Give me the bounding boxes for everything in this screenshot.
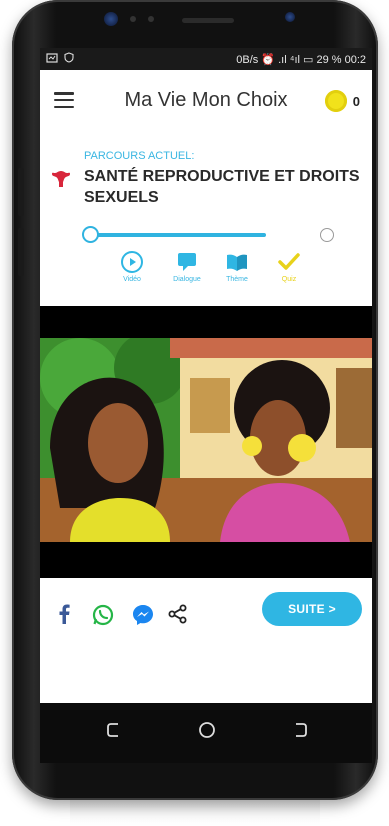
coin-icon — [324, 90, 347, 112]
step-quiz[interactable]: Quiz — [264, 250, 314, 283]
recent-apps-button[interactable] — [106, 721, 122, 744]
app-bar: Ma Vie Mon Choix 0 — [40, 70, 372, 130]
progress-start-marker — [82, 226, 99, 243]
current-path-title: SANTÉ REPRODUCTIVE ET DROITS SEXUELS — [84, 168, 360, 206]
proximity-sensor — [130, 16, 136, 22]
book-icon — [227, 254, 247, 271]
messenger-icon[interactable] — [132, 604, 154, 631]
uterus-icon — [50, 168, 72, 195]
screenshot-icon — [46, 52, 58, 66]
volume-down-button — [18, 228, 24, 276]
checkmark-icon — [278, 253, 300, 270]
step-quiz-label: Quiz — [281, 276, 297, 283]
front-camera — [285, 12, 295, 22]
progress-end-marker — [320, 228, 334, 242]
back-button[interactable] — [292, 721, 308, 744]
volume-up-button — [18, 168, 24, 216]
video-player[interactable] — [40, 306, 372, 578]
share-icon[interactable] — [168, 604, 188, 629]
shield-icon — [64, 52, 74, 66]
earpiece-speaker — [182, 18, 234, 23]
android-nav-bar — [40, 703, 372, 763]
status-info: 0B/s ⏰ .ıl ⁴ıl ▭ 29 % 00:2 — [236, 53, 366, 66]
next-button[interactable]: SUITE > — [262, 592, 362, 626]
step-video[interactable]: Vidéo — [107, 250, 157, 283]
progress-bar — [90, 233, 266, 237]
chat-bubble-icon — [178, 253, 196, 271]
light-sensor — [148, 16, 154, 22]
step-dialogue-label: Dialogue — [173, 276, 201, 283]
iris-scanner — [104, 12, 118, 26]
play-circle-icon — [121, 251, 143, 273]
step-theme[interactable]: Thème — [212, 250, 262, 283]
app-title: Ma Vie Mon Choix — [124, 88, 288, 111]
whatsapp-icon[interactable] — [92, 604, 114, 631]
step-dialogue[interactable]: Dialogue — [162, 250, 212, 283]
step-theme-label: Thème — [226, 276, 248, 283]
video-frame — [40, 338, 372, 542]
coin-count: 0 — [352, 93, 360, 109]
app-screen: 0B/s ⏰ .ıl ⁴ıl ▭ 29 % 00:2 Ma Vie Mon Ch… — [40, 48, 372, 763]
phone-frame: 0B/s ⏰ .ıl ⁴ıl ▭ 29 % 00:2 Ma Vie Mon Ch… — [12, 0, 378, 800]
cartoon-scene-illustration — [40, 338, 372, 542]
status-bar: 0B/s ⏰ .ıl ⁴ıl ▭ 29 % 00:2 — [40, 48, 372, 70]
facebook-icon[interactable] — [58, 604, 70, 629]
home-button[interactable] — [198, 721, 216, 744]
coin-balance[interactable]: 0 — [324, 90, 360, 112]
step-video-label: Vidéo — [123, 276, 141, 283]
current-path-label: PARCOURS ACTUEL: — [84, 150, 195, 162]
